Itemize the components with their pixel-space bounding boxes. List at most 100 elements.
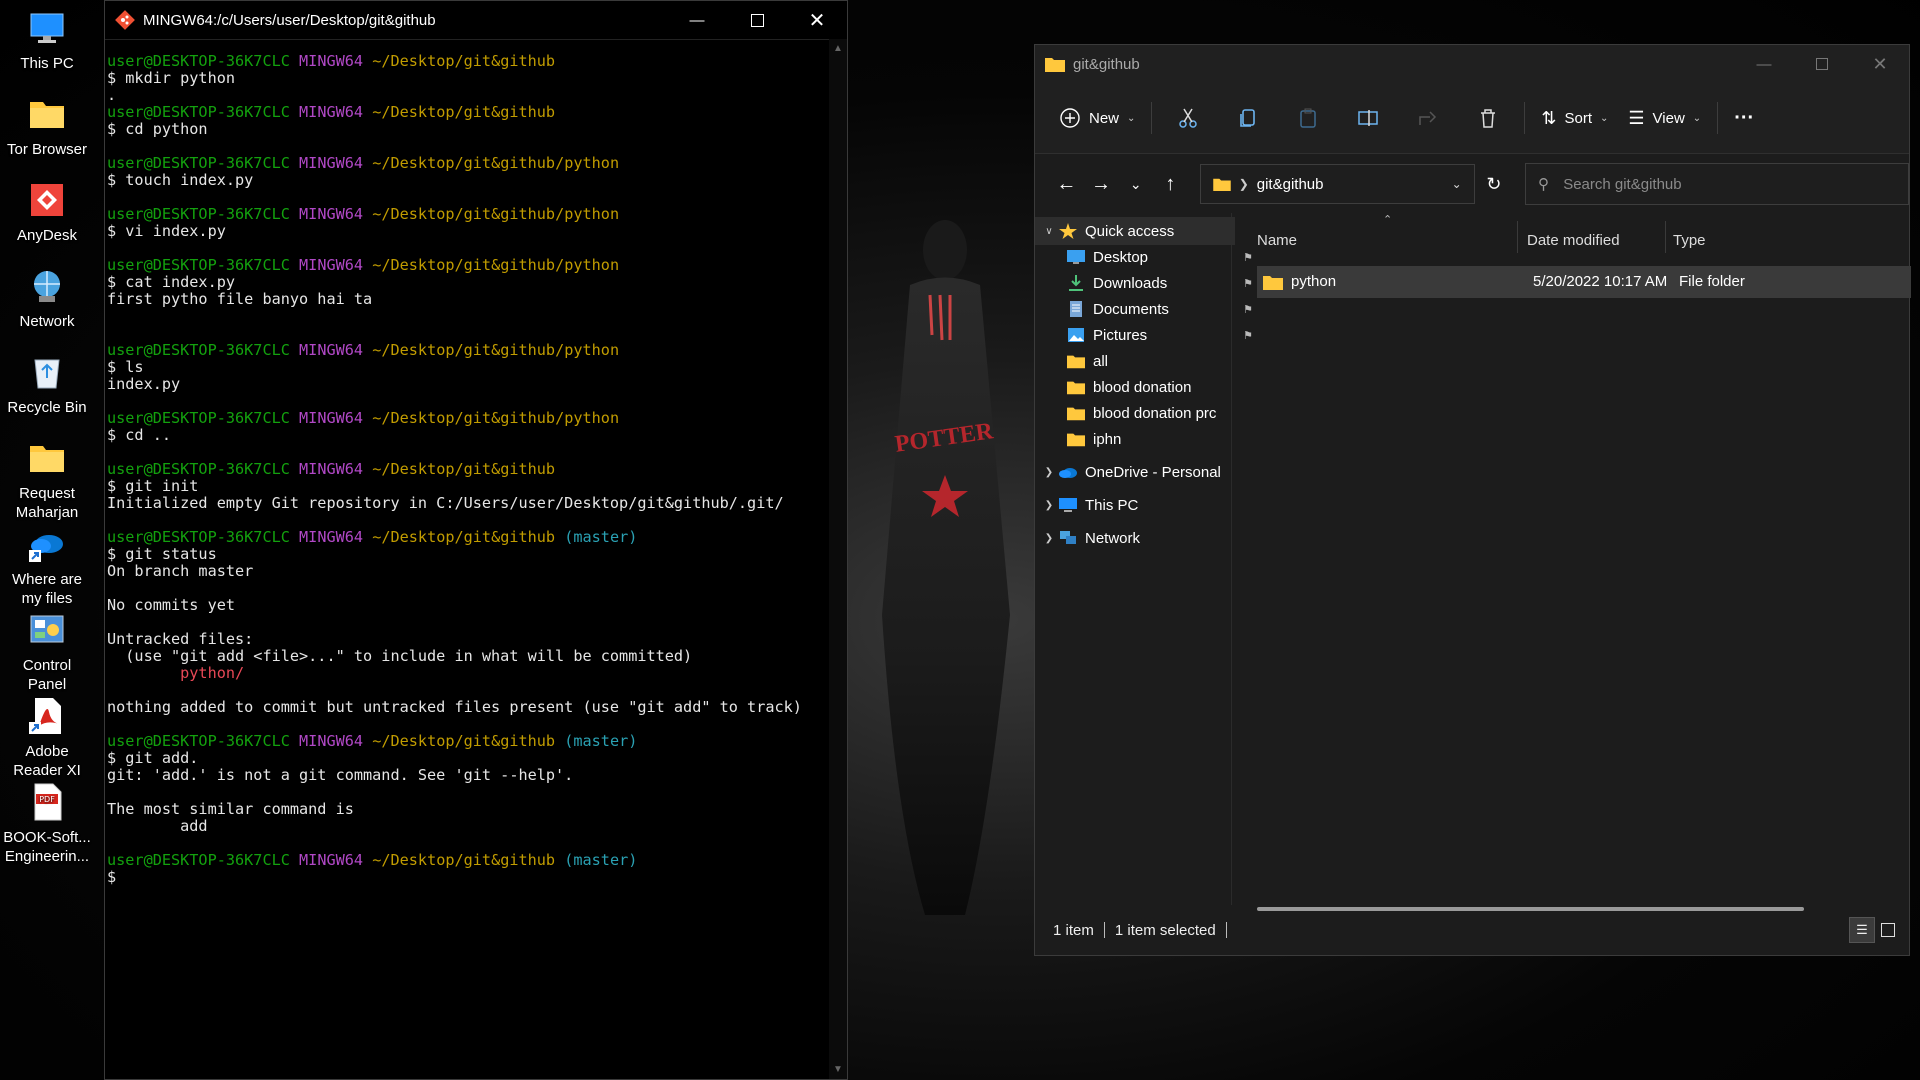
- explorer-toolbar: New ⌄ ⇅ Sort ⌄ ☰ View ⌄ ···: [1035, 83, 1909, 154]
- paste-button[interactable]: [1278, 107, 1338, 129]
- sidebar-item-all[interactable]: all: [1035, 347, 1263, 375]
- rename-button[interactable]: [1338, 107, 1398, 129]
- copy-button[interactable]: [1218, 107, 1278, 129]
- explorer-main: ∨ Quick access Desktop ⚑ Downloads ⚑ Documents…: [1035, 213, 1911, 905]
- chevron-right-icon[interactable]: ❯: [1039, 467, 1059, 478]
- output-line: On branch master: [107, 562, 254, 580]
- sidebar-item-this-pc[interactable]: ❯ This PC: [1035, 491, 1235, 519]
- sidebar-item-downloads[interactable]: Downloads ⚑: [1035, 269, 1263, 297]
- output-line: .: [107, 86, 117, 104]
- desktop-icon-this-pc[interactable]: This PC: [0, 8, 94, 73]
- share-icon: [1419, 111, 1437, 125]
- terminal-titlebar[interactable]: MINGW64:/c/Users/user/Desktop/git&github…: [105, 1, 847, 40]
- chevron-down-icon: ⌄: [1127, 112, 1136, 124]
- sidebar-item-blood-donation[interactable]: blood donation: [1035, 373, 1263, 401]
- desktop-icon-control-panel[interactable]: Control Panel: [0, 610, 94, 694]
- desktop-icon-label: Network: [19, 313, 75, 330]
- plus-circle-icon: [1060, 108, 1080, 128]
- refresh-icon: ↻: [1486, 173, 1502, 194]
- pin-icon: ⚑: [1243, 277, 1253, 290]
- minimize-button[interactable]: —: [1735, 45, 1793, 83]
- more-options-button[interactable]: ···: [1724, 98, 1764, 138]
- sidebar-item-pictures[interactable]: Pictures ⚑: [1035, 321, 1263, 349]
- terminal-output[interactable]: user@DESKTOP-36K7CLC MINGW64 ~/Desktop/g…: [105, 39, 831, 1079]
- maximize-button[interactable]: [727, 1, 787, 39]
- close-button[interactable]: ✕: [787, 1, 847, 39]
- git-bash-icon: [115, 10, 135, 30]
- sidebar-item-iphn[interactable]: iphn: [1035, 425, 1263, 453]
- search-input[interactable]: [1561, 174, 1886, 194]
- sort-ascending-icon: ⌃: [1383, 214, 1393, 226]
- folder-icon: [1067, 407, 1085, 421]
- explorer-titlebar[interactable]: git&github — ✕: [1035, 45, 1909, 83]
- prompt-path: ~/Desktop/git&github: [372, 460, 556, 478]
- new-button[interactable]: New ⌄: [1049, 98, 1145, 138]
- scroll-up-icon[interactable]: ▲: [829, 43, 847, 54]
- chevron-right-icon[interactable]: ❯: [1039, 533, 1059, 544]
- column-header-type[interactable]: Type: [1673, 221, 1706, 259]
- terminal-window[interactable]: MINGW64:/c/Users/user/Desktop/git&github…: [104, 0, 848, 1080]
- chevron-down-icon[interactable]: ⌄: [1440, 177, 1474, 191]
- prompt-line: user@DESKTOP-36K7CLC MINGW64 ~/Desktop/g…: [107, 257, 831, 274]
- maximize-button[interactable]: [1793, 45, 1851, 83]
- desktop-icon-book-soft-engineerin[interactable]: PDF BOOK-Soft... Engineerin...: [0, 782, 94, 866]
- terminal-title: MINGW64:/c/Users/user/Desktop/git&github: [143, 11, 436, 29]
- up-button[interactable]: ↑: [1153, 166, 1188, 202]
- prompt-line: user@DESKTOP-36K7CLC MINGW64 ~/Desktop/g…: [107, 104, 831, 121]
- column-header-name[interactable]: Name: [1257, 221, 1297, 259]
- sidebar-item-documents[interactable]: Documents ⚑: [1035, 295, 1263, 323]
- share-button[interactable]: [1398, 107, 1458, 129]
- prompt-user: user@DESKTOP-36K7CLC: [107, 256, 290, 274]
- chevron-right-icon[interactable]: ❯: [1039, 500, 1059, 511]
- recent-locations-button[interactable]: ⌄: [1118, 166, 1153, 202]
- command-line: $ mkdir python: [107, 69, 236, 87]
- desktop-icon-network[interactable]: Network: [0, 266, 94, 331]
- column-header-date[interactable]: Date modified: [1527, 221, 1620, 259]
- file-explorer-window[interactable]: git&github — ✕ New ⌄ ⇅ Sort ⌄ ☰ View ⌄ ·…: [1034, 44, 1911, 956]
- desktop-icon-adobe-reader-xi[interactable]: Adobe Reader XI: [0, 696, 94, 780]
- breadcrumb[interactable]: git&github: [1257, 176, 1440, 193]
- terminal-scrollbar[interactable]: ▲ ▼: [829, 39, 847, 1079]
- sort-label: Sort: [1564, 109, 1593, 127]
- cut-button[interactable]: [1158, 107, 1218, 129]
- sort-button[interactable]: ⇅ Sort ⌄: [1531, 98, 1618, 138]
- minimize-icon: —: [689, 11, 705, 29]
- sidebar-item-onedrive-personal[interactable]: ❯ OneDrive - Personal: [1035, 458, 1235, 486]
- search-box[interactable]: ⚲: [1525, 163, 1909, 205]
- chevron-down-icon[interactable]: ∨: [1039, 226, 1059, 237]
- prompt-host: MINGW64: [299, 341, 364, 359]
- file-row[interactable]: python 5/20/2022 10:17 AM File folder: [1257, 266, 1911, 298]
- scroll-down-icon[interactable]: ▼: [829, 1064, 847, 1075]
- desktop-icon-where-are-my-files[interactable]: Where are my files: [0, 524, 94, 608]
- prompt-path: ~/Desktop/git&github: [372, 528, 556, 546]
- forward-button[interactable]: →: [1084, 166, 1119, 202]
- refresh-button[interactable]: ↻: [1475, 164, 1514, 204]
- view-button[interactable]: ☰ View ⌄: [1618, 98, 1711, 138]
- adobe-reader-icon: [29, 698, 61, 734]
- sidebar-item-quick-access[interactable]: ∨ Quick access: [1035, 217, 1235, 245]
- sidebar-item-desktop[interactable]: Desktop ⚑: [1035, 243, 1263, 271]
- command-line: $ cd ..: [107, 426, 172, 444]
- desktop-icon-recycle-bin[interactable]: Recycle Bin: [0, 352, 94, 417]
- desktop-icon-tor-browser[interactable]: Tor Browser: [0, 94, 94, 159]
- monitor-icon: [1059, 498, 1077, 512]
- sidebar-item-blood-donation-prc[interactable]: blood donation prc: [1035, 399, 1263, 427]
- search-icon: ⚲: [1538, 176, 1550, 193]
- command-line: $ touch index.py: [107, 171, 254, 189]
- delete-button[interactable]: [1458, 107, 1518, 129]
- sidebar-item-network[interactable]: ❯ Network: [1035, 524, 1235, 552]
- folder-icon: [30, 102, 64, 128]
- details-view-button[interactable]: ☰: [1849, 917, 1875, 943]
- back-button[interactable]: ←: [1049, 166, 1084, 202]
- prompt-path: ~/Desktop/git&github/python: [372, 409, 620, 427]
- address-bar[interactable]: ❯ git&github ⌄: [1199, 164, 1475, 204]
- desktop-icon-request-maharjan[interactable]: Request Maharjan: [0, 438, 94, 522]
- close-button[interactable]: ✕: [1851, 45, 1909, 83]
- tiles-view-button[interactable]: [1875, 917, 1901, 943]
- column-divider[interactable]: [1665, 221, 1666, 253]
- column-divider[interactable]: [1517, 221, 1518, 253]
- minimize-button[interactable]: —: [667, 1, 727, 39]
- desktop-icon-anydesk[interactable]: AnyDesk: [0, 180, 94, 245]
- pdf-icon: PDF: [34, 783, 62, 821]
